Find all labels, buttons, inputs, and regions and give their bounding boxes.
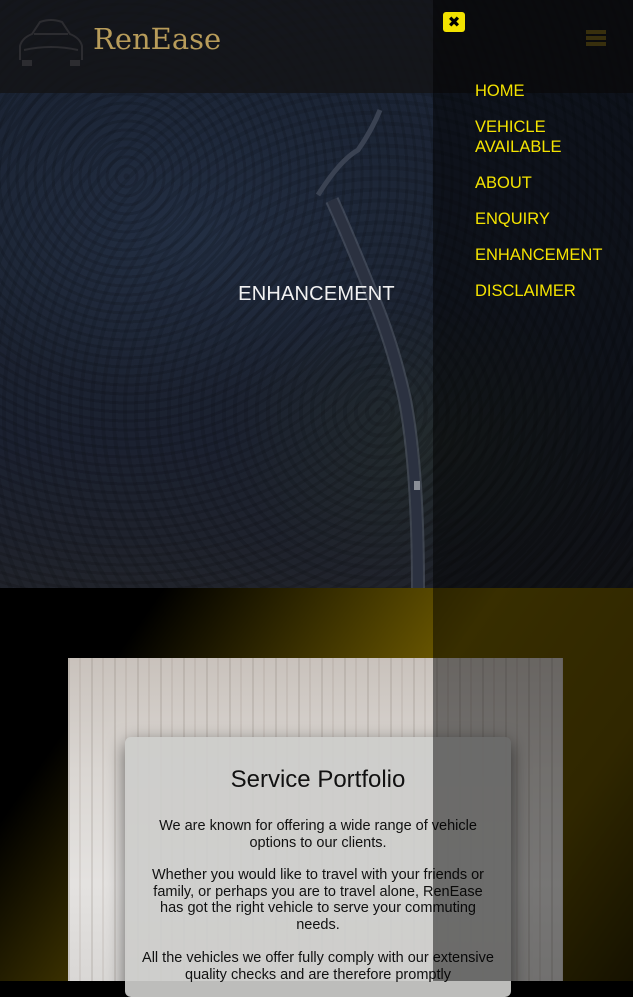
brand-logo[interactable]: RenEase (93, 22, 221, 56)
nav-link-home[interactable]: HOME (475, 81, 625, 101)
car-icon[interactable] (14, 16, 88, 70)
car-on-road (414, 481, 420, 490)
nav-link-enhancement[interactable]: ENHANCEMENT (475, 245, 625, 265)
side-nav-menu: HOME VEHICLE AVAILABLE ABOUT ENQUIRY ENH… (475, 81, 625, 317)
nav-link-vehicle-available[interactable]: VEHICLE AVAILABLE (475, 117, 625, 157)
nav-link-enquiry[interactable]: ENQUIRY (475, 209, 625, 229)
nav-link-about[interactable]: ABOUT (475, 173, 625, 193)
close-icon[interactable]: ✖ (443, 12, 465, 32)
nav-link-disclaimer[interactable]: DISCLAIMER (475, 281, 625, 301)
